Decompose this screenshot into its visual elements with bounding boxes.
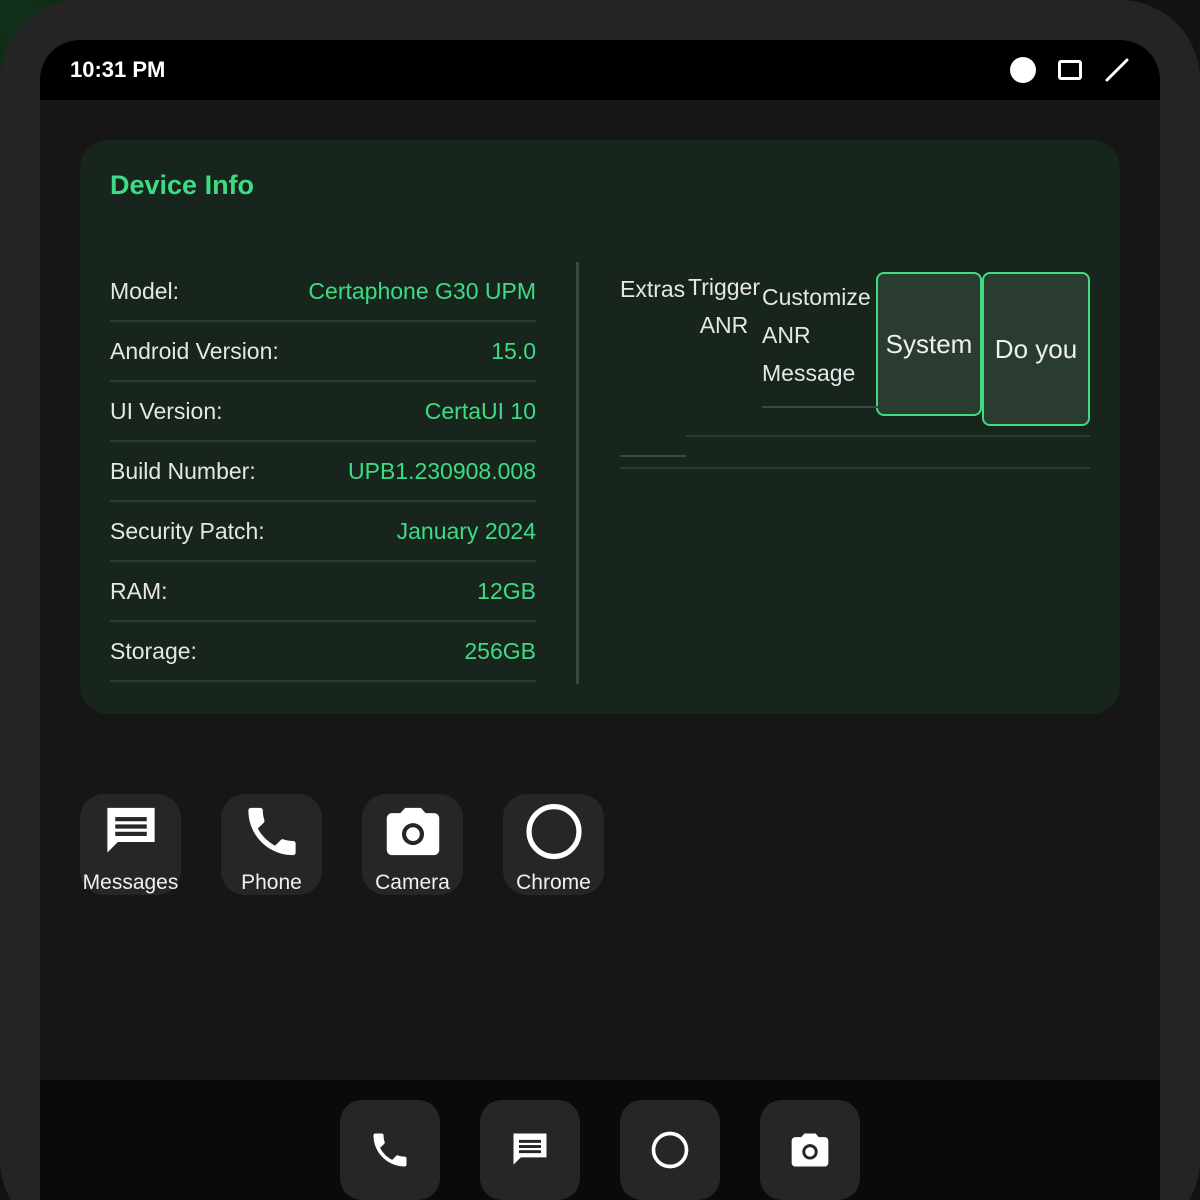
camera-icon [386, 807, 439, 856]
app-label: Phone [241, 871, 302, 894]
status-time: 10:31 PM [70, 57, 166, 82]
divider [620, 455, 686, 457]
extras-label: Extras [620, 276, 686, 302]
info-label: UI Version: [110, 397, 223, 424]
trigger-anr-button[interactable]: Trigger ANR [686, 268, 762, 344]
info-row-ui-version: UI Version: CertaUI 10 [110, 382, 536, 442]
do-you-button[interactable]: Do you [982, 272, 1090, 426]
app-camera[interactable]: Camera [362, 794, 463, 895]
app-phone[interactable]: Phone [221, 794, 322, 895]
app-messages[interactable]: Messages [80, 794, 181, 895]
circle-icon [651, 1131, 689, 1169]
dock-items [340, 1100, 860, 1200]
info-row-model: Model: Certaphone G30 UPM [110, 262, 536, 322]
info-label: Model: [110, 277, 180, 304]
dock-camera[interactable] [760, 1100, 860, 1200]
phone-icon [373, 1133, 407, 1167]
system-button[interactable]: System [876, 272, 982, 416]
info-row-storage: Storage: 256GB [110, 622, 536, 682]
window-square-icon[interactable] [1058, 60, 1082, 80]
app-label: Messages [82, 871, 179, 894]
pen-icon[interactable] [1104, 57, 1130, 83]
info-value: UPB1.230908.008 [348, 457, 536, 484]
dock-chrome[interactable] [620, 1100, 720, 1200]
app-label: Camera [375, 871, 450, 894]
info-value: 256GB [464, 637, 536, 664]
info-value: CertaUI 10 [424, 397, 536, 424]
quick-actions-panel: Extras Trigger ANR Customize ANR Message… [620, 270, 1090, 470]
phone-screen: 10:31 PM Device Info Model: Certaphone G… [40, 40, 1160, 1200]
card-title: Device Info [110, 170, 255, 200]
status-icons [1010, 57, 1130, 83]
divider [686, 435, 1090, 437]
status-bar: 10:31 PM [40, 40, 1160, 100]
camera-icon [791, 1133, 829, 1167]
dock [40, 1080, 1160, 1200]
customize-anr-message-button[interactable]: Customize ANR Message [762, 278, 878, 392]
circle-icon [525, 803, 582, 860]
info-label: Android Version: [110, 337, 279, 364]
dock-phone[interactable] [340, 1100, 440, 1200]
info-label: RAM: [110, 577, 168, 604]
message-icon [513, 1133, 547, 1165]
vertical-divider [576, 262, 579, 684]
info-row-build-number: Build Number: UPB1.230908.008 [110, 442, 536, 502]
info-value: 15.0 [491, 337, 536, 364]
home-app-grid: Messages Phone Camera Chrome [80, 794, 604, 895]
info-label: Security Patch: [110, 517, 265, 544]
info-value: Certaphone G30 UPM [308, 277, 536, 304]
app-chrome[interactable]: Chrome [503, 794, 604, 895]
info-label: Storage: [110, 637, 197, 664]
divider [620, 467, 1090, 469]
info-label: Build Number: [110, 457, 256, 484]
info-row-android-version: Android Version: 15.0 [110, 322, 536, 382]
info-value: 12GB [477, 577, 536, 604]
info-row-security-patch: Security Patch: January 2024 [110, 502, 536, 562]
device-info-card: Device Info Model: Certaphone G30 UPM An… [80, 140, 1120, 714]
device-info-list: Model: Certaphone G30 UPM Android Versio… [110, 262, 536, 682]
info-row-ram: RAM: 12GB [110, 562, 536, 622]
record-dot-icon[interactable] [1010, 57, 1036, 83]
app-label: Chrome [516, 871, 591, 894]
phone-icon [247, 807, 296, 856]
info-value: January 2024 [396, 517, 536, 544]
dock-messages[interactable] [480, 1100, 580, 1200]
message-icon [106, 807, 155, 853]
divider [762, 406, 878, 408]
